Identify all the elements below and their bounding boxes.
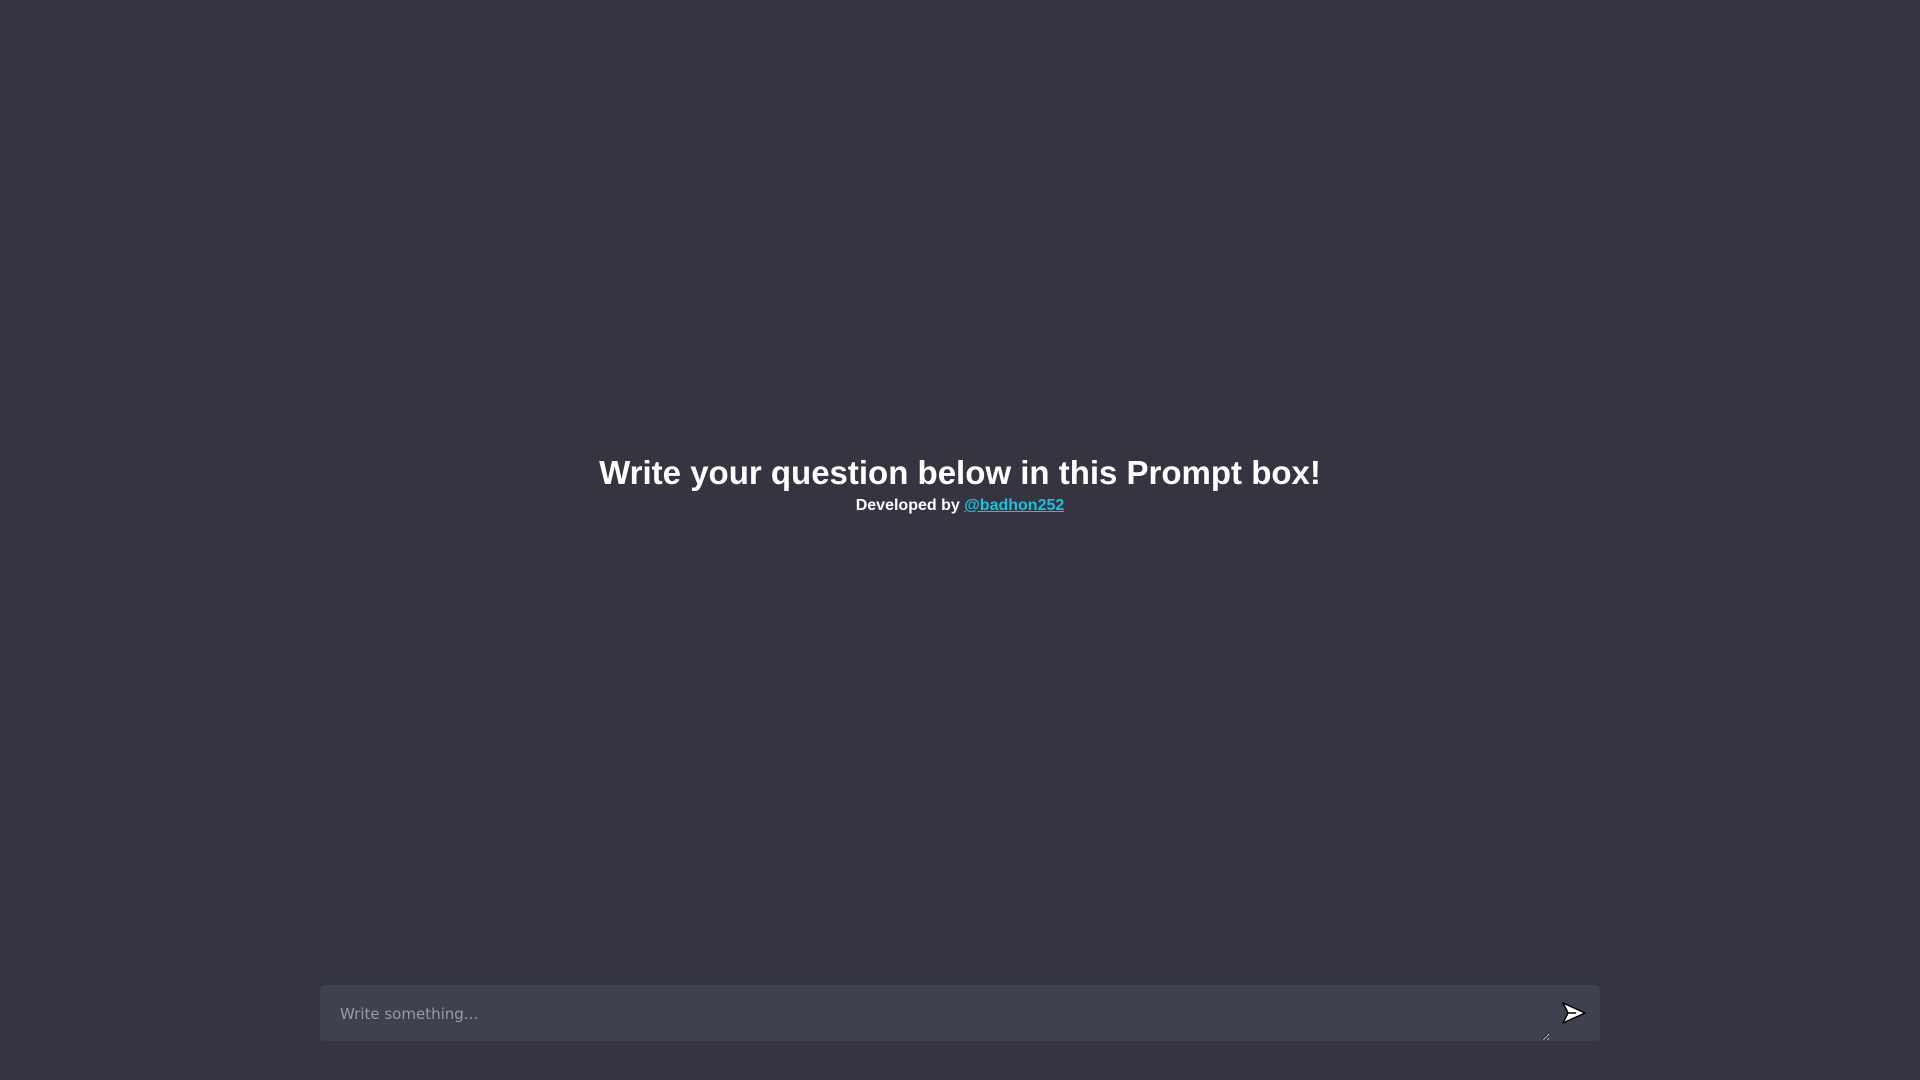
chat-app: Write your question below in this Prompt… <box>0 0 1920 1080</box>
welcome-title: Write your question below in this Prompt… <box>599 454 1321 491</box>
prompt-form <box>320 985 1600 1041</box>
prompt-input[interactable] <box>320 985 1550 1041</box>
welcome-message: Write your question below in this Prompt… <box>0 450 1920 516</box>
send-button[interactable] <box>1560 999 1588 1027</box>
send-icon <box>1562 1002 1586 1024</box>
developer-link[interactable]: @badhon252 <box>964 497 1064 514</box>
developer-credit: Developed by @badhon252 <box>0 496 1920 516</box>
credit-prefix: Developed by <box>855 497 965 514</box>
